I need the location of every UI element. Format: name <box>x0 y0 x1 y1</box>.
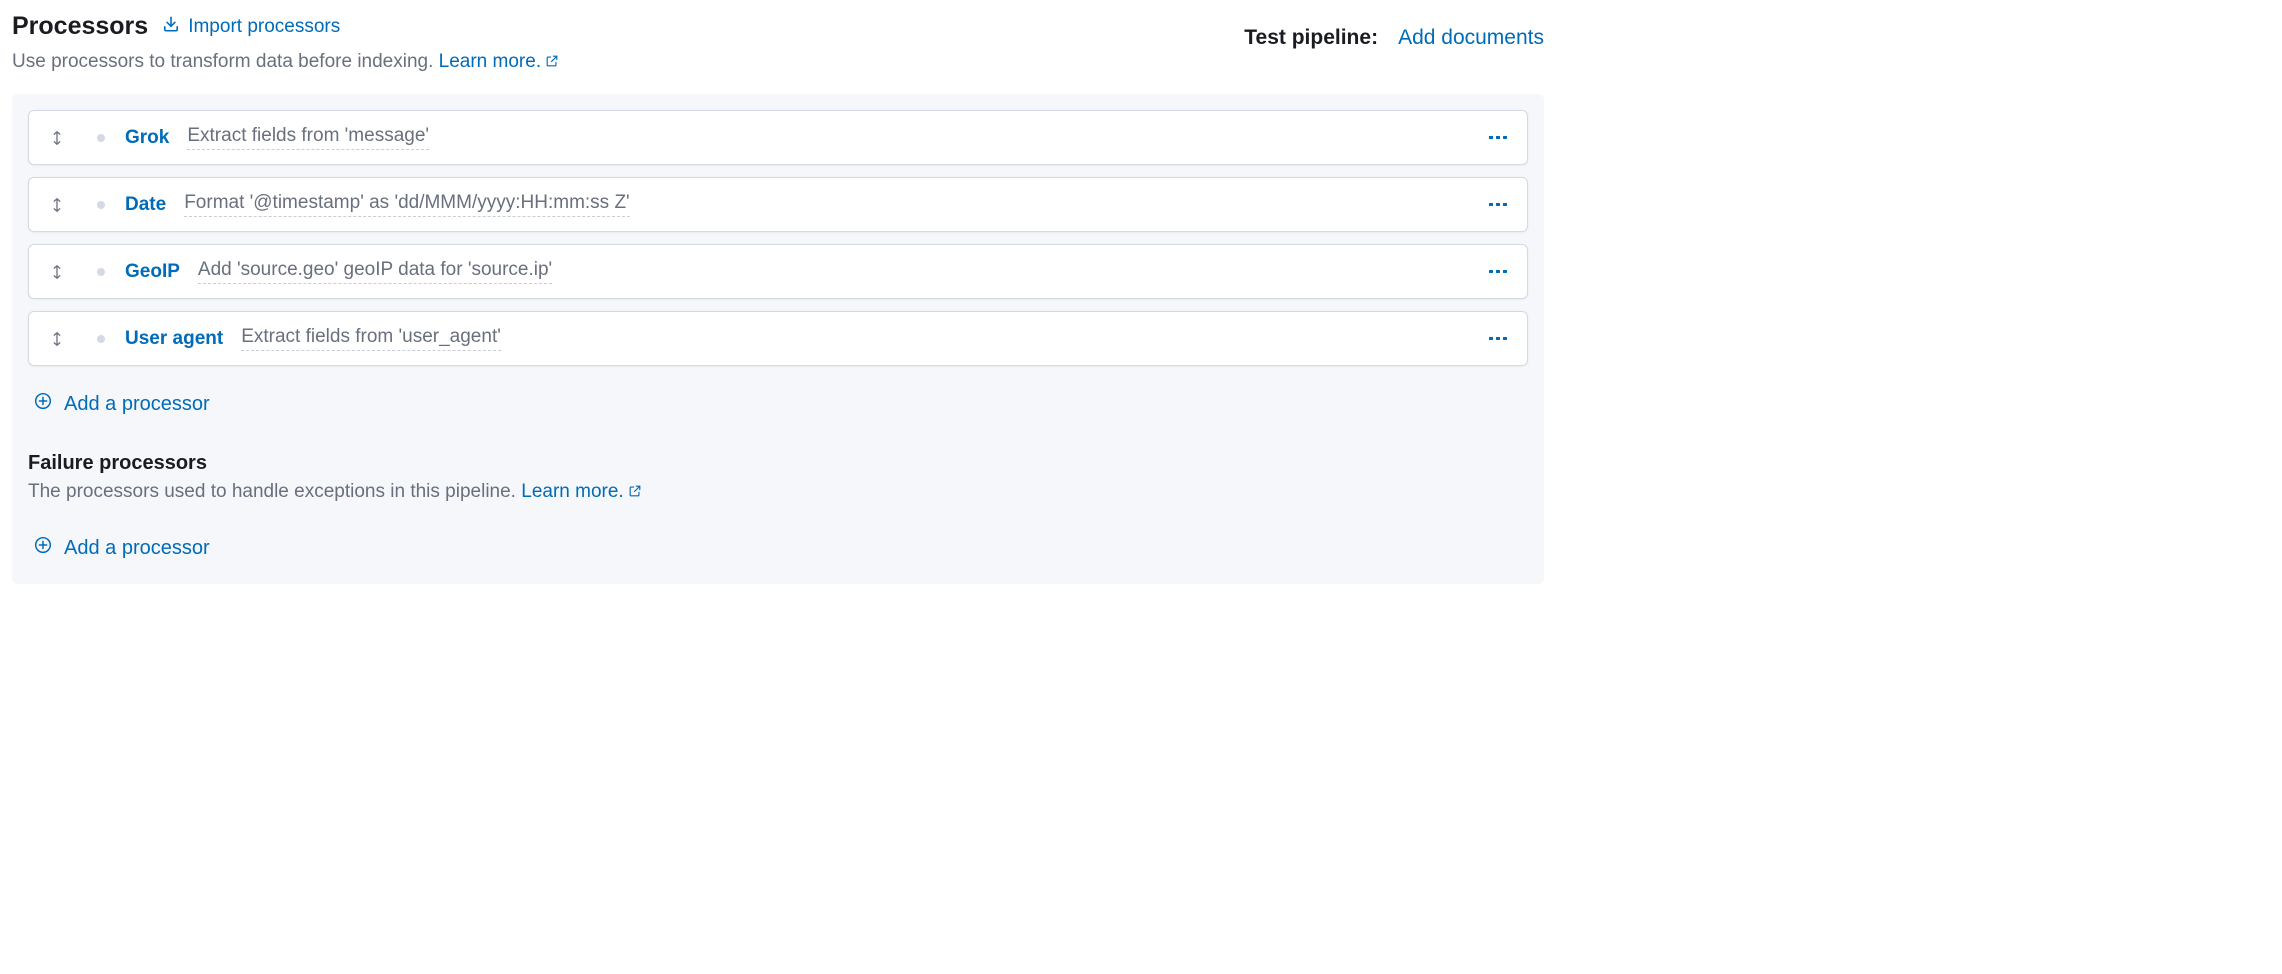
test-pipeline-label: Test pipeline: <box>1244 26 1378 50</box>
add-processor-label: Add a processor <box>64 393 210 416</box>
import-processors-label: Import processors <box>188 16 340 38</box>
failure-subtext: The processors used to handle exceptions… <box>28 481 1528 504</box>
drag-handle-icon[interactable] <box>45 130 69 146</box>
popout-icon <box>628 482 642 504</box>
page-title: Processors <box>12 12 148 41</box>
processor-item: User agent Extract fields from 'user_age… <box>28 311 1528 366</box>
more-actions-button[interactable] <box>1485 265 1511 278</box>
add-failure-processor-label: Add a processor <box>64 537 210 560</box>
title-line: Processors Import processors <box>12 12 559 41</box>
drag-handle-icon[interactable] <box>45 197 69 213</box>
header-row: Processors Import processors Use process… <box>12 12 1544 74</box>
processor-item: GeoIP Add 'source.geo' geoIP data for 's… <box>28 244 1528 299</box>
import-processors-button[interactable]: Import processors <box>162 15 340 39</box>
add-processor-button[interactable]: Add a processor <box>28 384 216 424</box>
header-right: Test pipeline: Add documents <box>1244 12 1544 50</box>
processor-list: Grok Extract fields from 'message' Date … <box>28 110 1528 366</box>
import-icon <box>162 15 180 39</box>
status-dot <box>97 134 105 142</box>
processor-item: Grok Extract fields from 'message' <box>28 110 1528 165</box>
processor-description[interactable]: Format '@timestamp' as 'dd/MMM/yyyy:HH:m… <box>184 192 630 217</box>
processor-name[interactable]: User agent <box>125 328 223 350</box>
drag-handle-icon[interactable] <box>45 331 69 347</box>
header-subtext: Use processors to transform data before … <box>12 51 559 74</box>
header-left: Processors Import processors Use process… <box>12 12 559 74</box>
processor-description[interactable]: Extract fields from 'message' <box>187 125 429 150</box>
processor-name[interactable]: Grok <box>125 127 169 149</box>
failure-title: Failure processors <box>28 452 1528 475</box>
more-actions-button[interactable] <box>1485 131 1511 144</box>
processor-name[interactable]: GeoIP <box>125 261 180 283</box>
failure-section: Failure processors The processors used t… <box>28 452 1528 568</box>
status-dot <box>97 201 105 209</box>
processor-item: Date Format '@timestamp' as 'dd/MMM/yyyy… <box>28 177 1528 232</box>
failure-learn-more-link[interactable]: Learn more. <box>521 481 641 502</box>
status-dot <box>97 268 105 276</box>
plus-circle-icon <box>34 536 52 560</box>
drag-handle-icon[interactable] <box>45 264 69 280</box>
add-failure-processor-button[interactable]: Add a processor <box>28 528 216 568</box>
popout-icon <box>545 52 559 74</box>
plus-circle-icon <box>34 392 52 416</box>
processors-panel: Grok Extract fields from 'message' Date … <box>12 94 1544 584</box>
more-actions-button[interactable] <box>1485 332 1511 345</box>
processor-description[interactable]: Add 'source.geo' geoIP data for 'source.… <box>198 259 552 284</box>
status-dot <box>97 335 105 343</box>
subtext-text: Use processors to transform data before … <box>12 51 439 72</box>
processor-description[interactable]: Extract fields from 'user_agent' <box>241 326 501 351</box>
failure-subtext-text: The processors used to handle exceptions… <box>28 481 521 502</box>
more-actions-button[interactable] <box>1485 198 1511 211</box>
processor-name[interactable]: Date <box>125 194 166 216</box>
add-documents-button[interactable]: Add documents <box>1398 26 1544 50</box>
learn-more-link[interactable]: Learn more. <box>439 51 559 72</box>
